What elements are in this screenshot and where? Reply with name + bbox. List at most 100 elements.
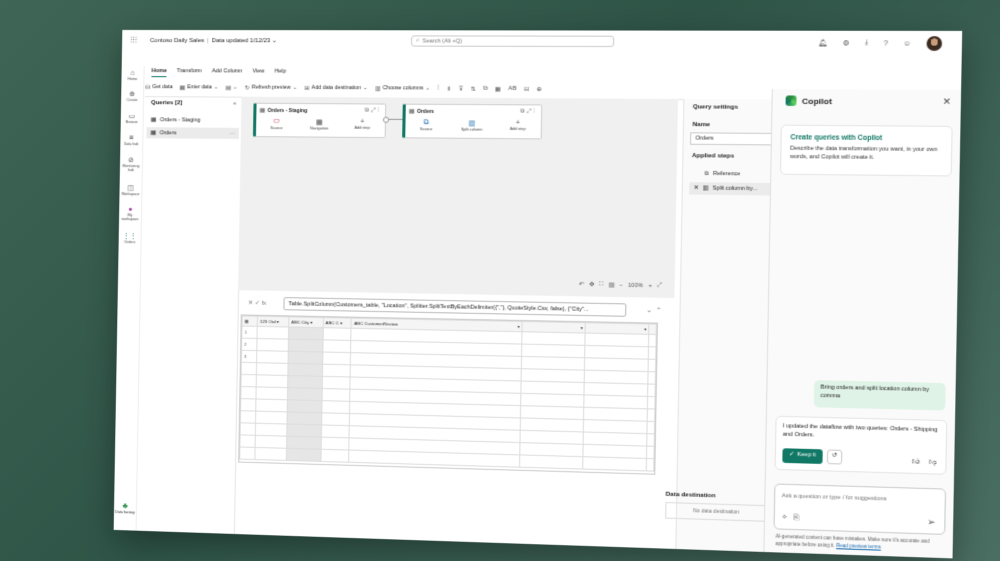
column-header[interactable]: ABC C ▾ [322,317,352,329]
add-data-destination-button[interactable]: ⊞ Add data destination ⌄ [304,84,367,92]
group-by-button[interactable]: ▦ [495,85,501,92]
help-icon[interactable]: ? [884,40,888,47]
table-cell[interactable] [257,326,289,340]
table-cell[interactable] [288,326,323,340]
download-icon[interactable]: ⤓ [865,39,869,47]
merge-button[interactable]: ⊟ [524,85,529,92]
app-title[interactable]: Contoso Daily Sales [150,38,204,44]
add-step-button[interactable]: + Add step [342,119,383,130]
add-step-button[interactable]: + Add step [497,120,539,132]
options-button[interactable]: ▤ ⌄ [225,84,237,92]
sidebar-item-home[interactable]: ⌂ Home [121,70,143,81]
fit-icon[interactable]: ⛶ [599,281,603,288]
query-name-input[interactable]: Orders [690,132,779,146]
keep-rows-button[interactable]: ⫶ [437,85,439,92]
refresh-preview-button[interactable]: ↻ Refresh preview ⌄ [245,84,298,92]
avatar[interactable] [926,36,943,51]
tab-home[interactable]: Home [151,68,167,78]
formula-input[interactable]: Table.SplitColumn(Customers_table, "Loca… [283,297,627,317]
sidebar-item-my-workspace[interactable]: ● My workspace [119,206,141,221]
combine-button[interactable]: ⊕ [536,85,541,92]
close-icon[interactable]: ✕ [942,96,951,108]
get-data-button[interactable]: ⛁ Get data [145,84,172,91]
more-icon[interactable]: ··· [229,130,235,136]
attach-icon[interactable]: ⎘ [793,514,805,522]
minimap-icon[interactable]: ▧ [609,282,615,288]
query-item-orders-staging[interactable]: ▦ Orders - Staging [147,114,240,126]
table-cell[interactable] [322,352,352,365]
table-cell[interactable] [648,346,656,360]
table-cell[interactable] [288,339,323,353]
feedback-icon[interactable]: ☺ [903,40,911,47]
applied-step-reference[interactable]: ⧉ Reference [689,168,780,181]
table-cell[interactable] [322,327,352,341]
chevron-down-icon[interactable]: ⌄ [270,38,277,44]
enter-data-button[interactable]: ▦ Enter data ⌄ [180,84,219,91]
remove-rows-button[interactable]: ⇟ [446,85,451,92]
zoom-in-icon[interactable]: + [648,283,652,289]
table-icon: ▦ [315,119,323,127]
data-factory-brand[interactable]: ♣ Data factory [114,501,136,515]
split-column-button[interactable]: ⧉ [483,85,488,92]
search-icon: ⌕ [416,37,420,44]
thumbs-up-icon[interactable]: 👍︎ [912,458,920,466]
table-cell[interactable] [322,339,352,353]
bell-icon[interactable]: 🔔︎ [818,39,828,47]
table-cell[interactable] [256,338,289,352]
step-source[interactable]: ⬭ Source [256,118,297,130]
zoom-controls: ↶ ✥ ⛶ ▧ − 100% + ⤢ [579,281,662,290]
query-card-orders[interactable]: ▦ Orders ⧉⤢⋮ ⧉ Source ▥ Split column + Add … [402,103,543,140]
query-card-orders-staging[interactable]: ▦ Orders - Staging ⧉⤢⋮ ⬭ Source ▦ Navigati… [252,102,387,139]
keep-it-button[interactable]: ✓ Keep it [782,448,823,464]
column-header[interactable]: ABC City ▾ [288,316,324,328]
undo-button[interactable]: ↺ [826,449,843,465]
card-tools[interactable]: ⧉⤢⋮ [520,108,537,115]
tab-add-column[interactable]: Add Column [212,68,243,77]
sidebar-item-browse[interactable]: ▭ Browse [121,112,143,124]
zoom-out-icon[interactable]: − [619,282,623,288]
data-preview-grid[interactable]: ▦ 123 Ord ▾ ABC City ▾ ABC C ▾ ABC Custo… [238,314,658,475]
choose-columns-button[interactable]: ▥ Choose columns ⌄ [375,85,430,92]
tab-transform[interactable]: Transform [177,68,202,77]
step-source[interactable]: ⧉ Source [405,119,447,132]
step-split-column[interactable]: ▥ Split column [451,119,493,132]
step-navigation[interactable]: ▦ Navigation [299,118,340,130]
sidebar-item-data-hub[interactable]: ⧈ Data hub [120,134,142,146]
thumbs-down-icon[interactable]: 👎︎ [929,458,937,466]
app-launcher-icon[interactable] [130,35,138,44]
tab-help[interactable]: Help [275,69,287,78]
search-box[interactable]: ⌕ Search (Alt +Q) [410,35,615,48]
sidebar-item-workspace[interactable]: ◫ Workspace [119,184,141,196]
query-item-orders[interactable]: ▦ Orders ··· [146,127,239,139]
table-cell[interactable] [256,350,289,364]
diagram-canvas[interactable]: ▦ Orders - Staging ⧉⤢⋮ ⬭ Source ▦ Navigati… [238,96,679,299]
move-icon[interactable]: ✥ [589,282,594,288]
user-message: Bring orders and split location column b… [813,380,946,411]
no-data-destination[interactable]: No data destination [665,502,768,522]
table-cell[interactable] [288,351,323,365]
copilot-input[interactable]: Ask a question or type / for suggestions… [773,483,947,535]
preview-terms-link[interactable]: Read preview terms [836,542,881,549]
send-icon[interactable]: ➢ [927,516,936,528]
delete-step-icon[interactable]: ✕ [693,185,698,191]
sort-button[interactable]: ⇅ [470,85,475,92]
table-cell[interactable] [648,334,657,347]
split-column-icon: ⧉ [483,85,488,92]
sidebar-item-monitoring[interactable]: ⊘ Monitoring hub [120,156,142,172]
undo-icon[interactable]: ↶ [579,281,584,287]
tab-view[interactable]: View [252,68,264,77]
table-cell[interactable] [648,359,656,372]
column-header[interactable]: 123 Ord ▾ [257,316,289,327]
card-tools[interactable]: ⧉⤢⋮ [365,107,381,114]
sidebar-item-create[interactable]: ⊕ Create [121,90,143,102]
sidebar-item-orders[interactable]: ⋮⋮ Orders [119,232,141,244]
gear-icon[interactable]: ⚙ [843,39,850,47]
data-type-button[interactable]: AB [508,86,516,92]
applied-step-split-column[interactable]: ✕ ▥ Split column by... [689,182,780,196]
table-select-icon[interactable]: ▦ [242,315,258,327]
expand-icon[interactable]: ⤢ [657,282,662,289]
collapse-icon[interactable]: « [233,101,236,107]
sparkle-icon[interactable]: ✧ [781,514,793,522]
filter-button[interactable]: ⊽ [459,85,464,92]
formula-expand-controls[interactable]: ⌄⌃ [646,307,665,315]
